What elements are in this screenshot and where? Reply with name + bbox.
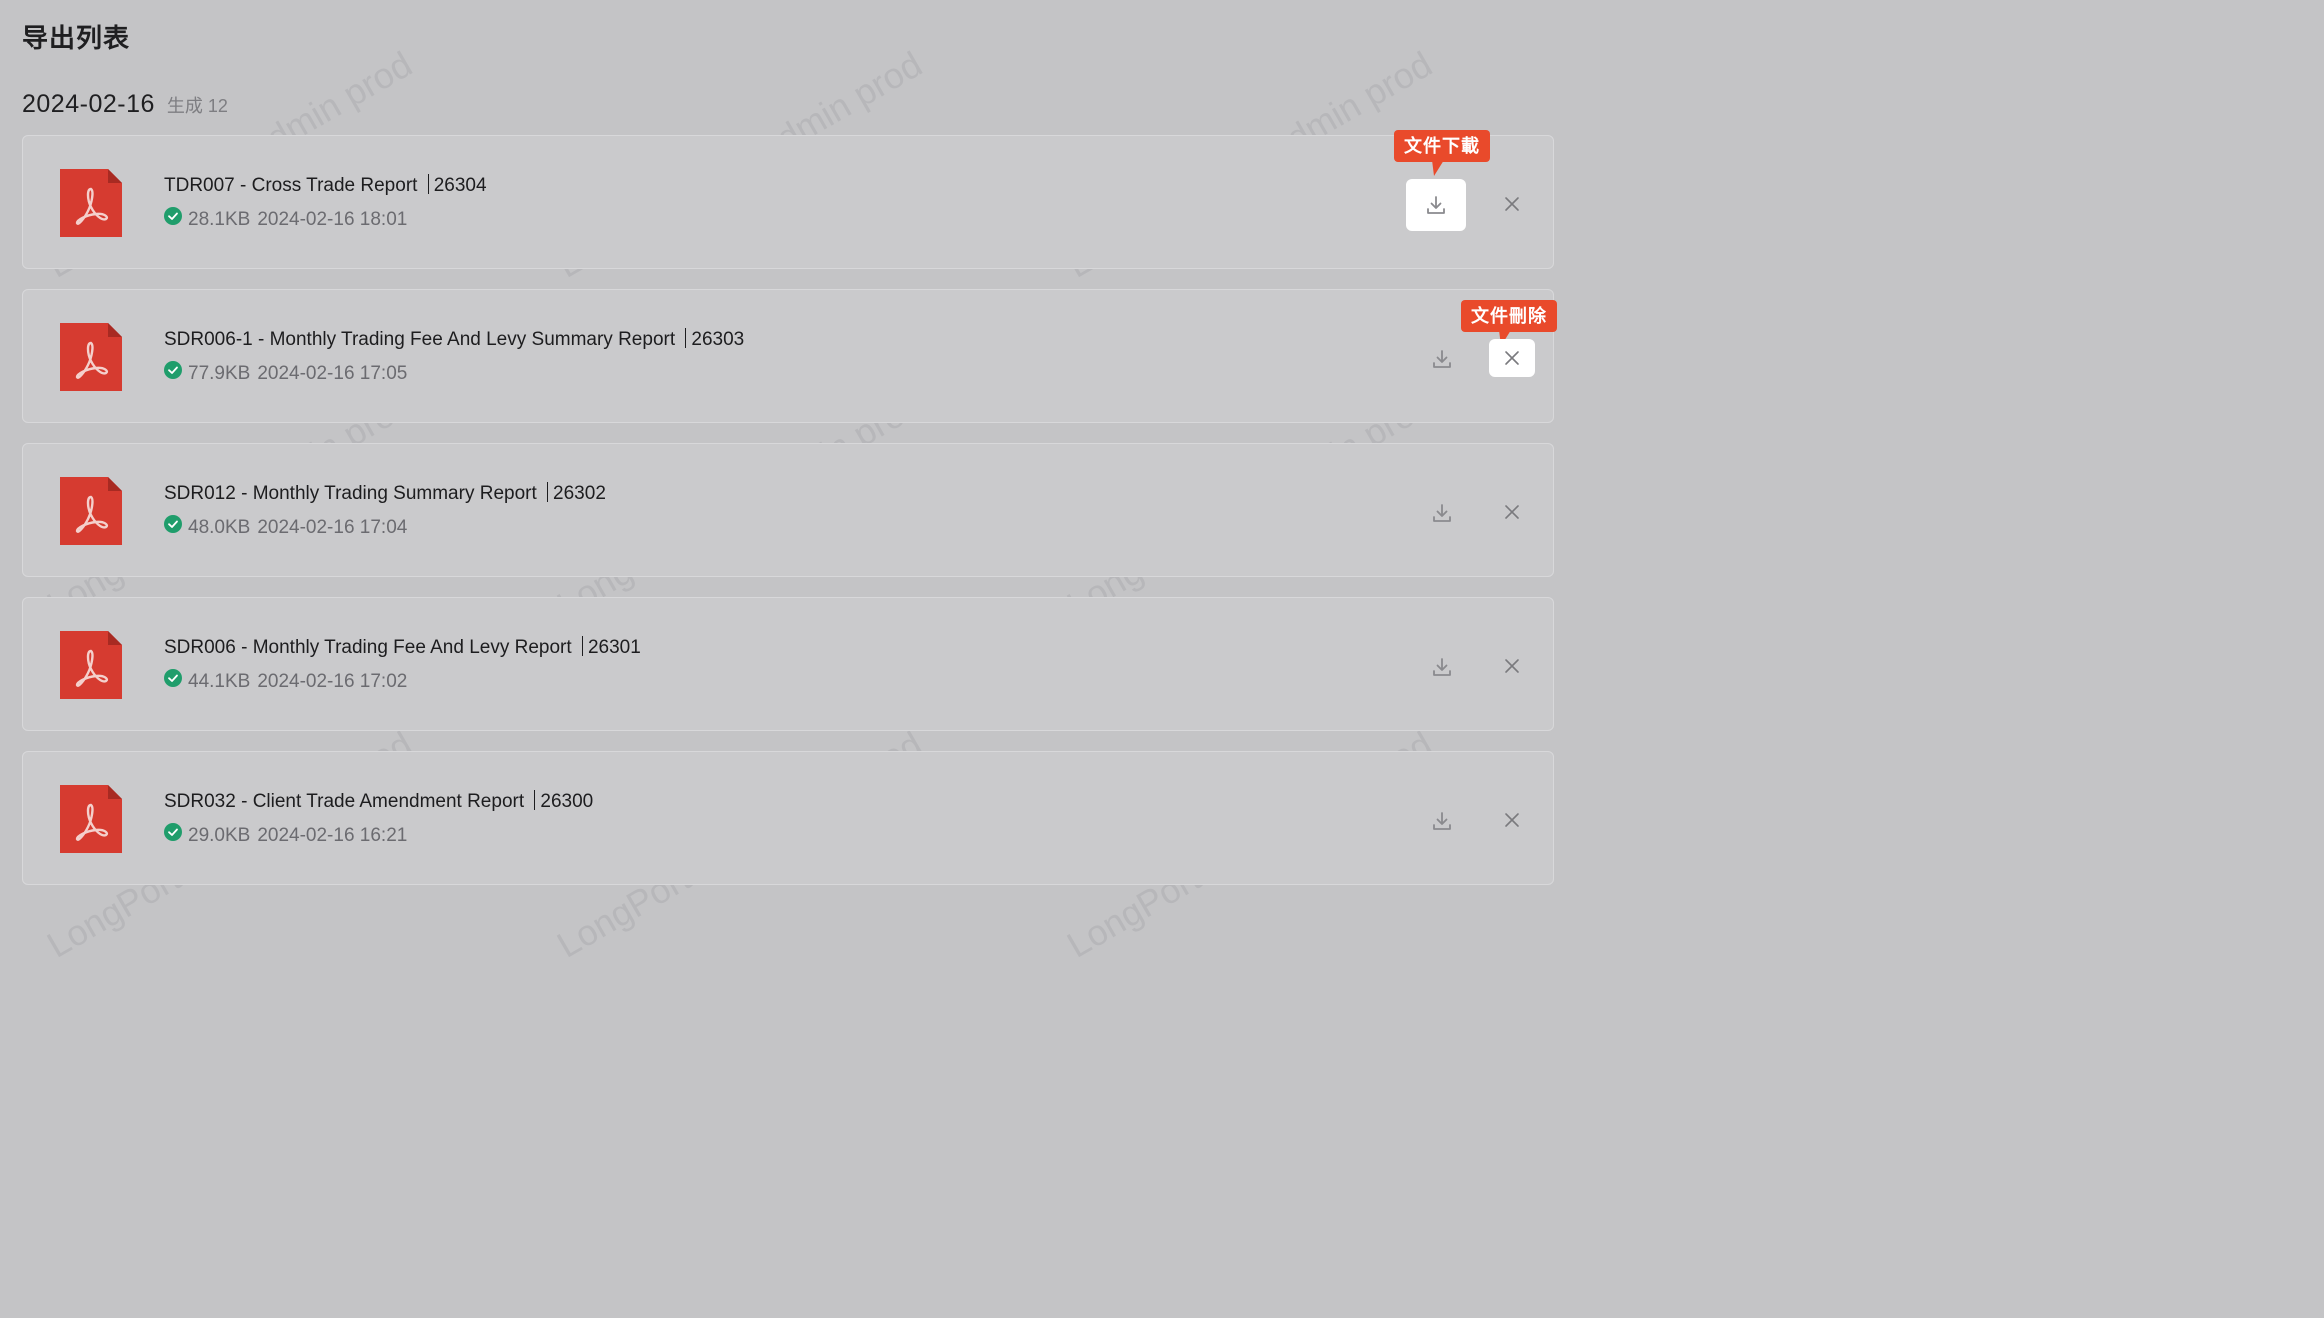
file-card: SDR006-1 - Monthly Trading Fee And Levy … bbox=[22, 289, 1557, 423]
download-button[interactable] bbox=[1406, 179, 1466, 231]
file-name: SDR006-1 - Monthly Trading Fee And Levy … bbox=[164, 329, 676, 350]
pdf-file-icon bbox=[60, 631, 122, 699]
file-title: SDR006 - Monthly Trading Fee And Levy Re… bbox=[164, 636, 641, 659]
delete-tooltip: 文件刪除 bbox=[1461, 300, 1557, 346]
export-file-list: TDR007 - Cross Trade Report 26304 28.1KB… bbox=[22, 130, 1557, 905]
check-circle-icon bbox=[164, 515, 182, 533]
download-tooltip-text: 文件下載 bbox=[1404, 136, 1480, 156]
delete-button[interactable] bbox=[1489, 493, 1535, 531]
delete-button[interactable] bbox=[1489, 339, 1535, 377]
title-separator bbox=[534, 790, 536, 810]
check-circle-icon bbox=[164, 669, 182, 687]
pdf-file-icon bbox=[60, 169, 122, 237]
download-icon bbox=[1427, 196, 1445, 214]
pdf-file-icon bbox=[60, 477, 122, 545]
file-time: 2024-02-16 18:01 bbox=[257, 209, 408, 230]
close-icon bbox=[1505, 813, 1519, 827]
close-icon bbox=[1505, 351, 1519, 365]
file-name: SDR012 - Monthly Trading Summary Report bbox=[164, 483, 537, 504]
check-circle-icon bbox=[164, 361, 182, 379]
group-count: 生成 12 bbox=[166, 96, 228, 116]
close-icon bbox=[1505, 197, 1519, 211]
file-title: TDR007 - Cross Trade Report 26304 bbox=[164, 174, 487, 197]
title-separator bbox=[427, 174, 429, 194]
page-title: 导出列表 bbox=[22, 23, 131, 53]
file-meta: 29.0KB 2024-02-16 16:21 bbox=[164, 823, 408, 847]
file-name: SDR006 - Monthly Trading Fee And Levy Re… bbox=[164, 637, 572, 658]
delete-button[interactable] bbox=[1489, 185, 1535, 223]
file-meta: 77.9KB 2024-02-16 17:05 bbox=[164, 361, 408, 385]
file-name: TDR007 - Cross Trade Report bbox=[164, 175, 418, 196]
title-separator bbox=[547, 482, 549, 502]
file-id: 26304 bbox=[433, 175, 487, 196]
file-card: TDR007 - Cross Trade Report 26304 28.1KB… bbox=[22, 130, 1554, 269]
download-button[interactable] bbox=[1412, 795, 1472, 847]
file-id: 26300 bbox=[540, 791, 594, 812]
delete-button[interactable] bbox=[1489, 647, 1535, 685]
file-card: SDR032 - Client Trade Amendment Report 2… bbox=[22, 751, 1554, 885]
file-time: 2024-02-16 17:02 bbox=[257, 671, 408, 692]
check-circle-icon bbox=[164, 207, 182, 225]
delete-tooltip-text: 文件刪除 bbox=[1471, 306, 1547, 326]
file-meta: 44.1KB 2024-02-16 17:02 bbox=[164, 669, 408, 693]
download-icon bbox=[1433, 504, 1451, 522]
file-size: 29.0KB bbox=[188, 825, 251, 846]
file-id: 26302 bbox=[553, 483, 606, 504]
file-meta: 48.0KB 2024-02-16 17:04 bbox=[164, 515, 408, 539]
delete-button[interactable] bbox=[1489, 801, 1535, 839]
title-separator bbox=[685, 328, 687, 348]
download-icon bbox=[1433, 350, 1451, 368]
file-name: SDR032 - Client Trade Amendment Report bbox=[164, 791, 525, 812]
title-separator bbox=[581, 636, 583, 656]
download-icon bbox=[1433, 658, 1451, 676]
group-date: 2024-02-16 bbox=[22, 90, 155, 118]
download-button[interactable] bbox=[1412, 487, 1472, 539]
file-title: SDR032 - Client Trade Amendment Report 2… bbox=[164, 790, 593, 813]
download-tooltip: 文件下載 bbox=[1394, 130, 1490, 176]
file-id: 26303 bbox=[691, 329, 745, 350]
download-icon bbox=[1433, 812, 1451, 830]
check-circle-icon bbox=[164, 823, 182, 841]
file-size: 77.9KB bbox=[188, 363, 251, 384]
file-size: 44.1KB bbox=[188, 671, 251, 692]
date-group-header: 2024-02-16 生成 12 bbox=[22, 90, 228, 119]
pdf-file-icon bbox=[60, 785, 122, 853]
file-time: 2024-02-16 16:21 bbox=[257, 825, 408, 846]
download-button[interactable] bbox=[1412, 641, 1472, 693]
file-size: 28.1KB bbox=[188, 209, 251, 230]
file-id: 26301 bbox=[587, 637, 641, 658]
file-title: SDR006-1 - Monthly Trading Fee And Levy … bbox=[164, 328, 744, 351]
download-button[interactable] bbox=[1412, 333, 1472, 385]
pdf-file-icon bbox=[60, 323, 122, 391]
close-icon bbox=[1505, 505, 1519, 519]
file-card: SDR006 - Monthly Trading Fee And Levy Re… bbox=[22, 597, 1554, 731]
file-title: SDR012 - Monthly Trading Summary Report … bbox=[164, 482, 606, 505]
file-card: SDR012 - Monthly Trading Summary Report … bbox=[22, 443, 1554, 577]
file-size: 48.0KB bbox=[188, 517, 251, 538]
file-time: 2024-02-16 17:05 bbox=[257, 363, 408, 384]
close-icon bbox=[1505, 659, 1519, 673]
file-meta: 28.1KB 2024-02-16 18:01 bbox=[164, 207, 408, 231]
file-time: 2024-02-16 17:04 bbox=[257, 517, 408, 538]
